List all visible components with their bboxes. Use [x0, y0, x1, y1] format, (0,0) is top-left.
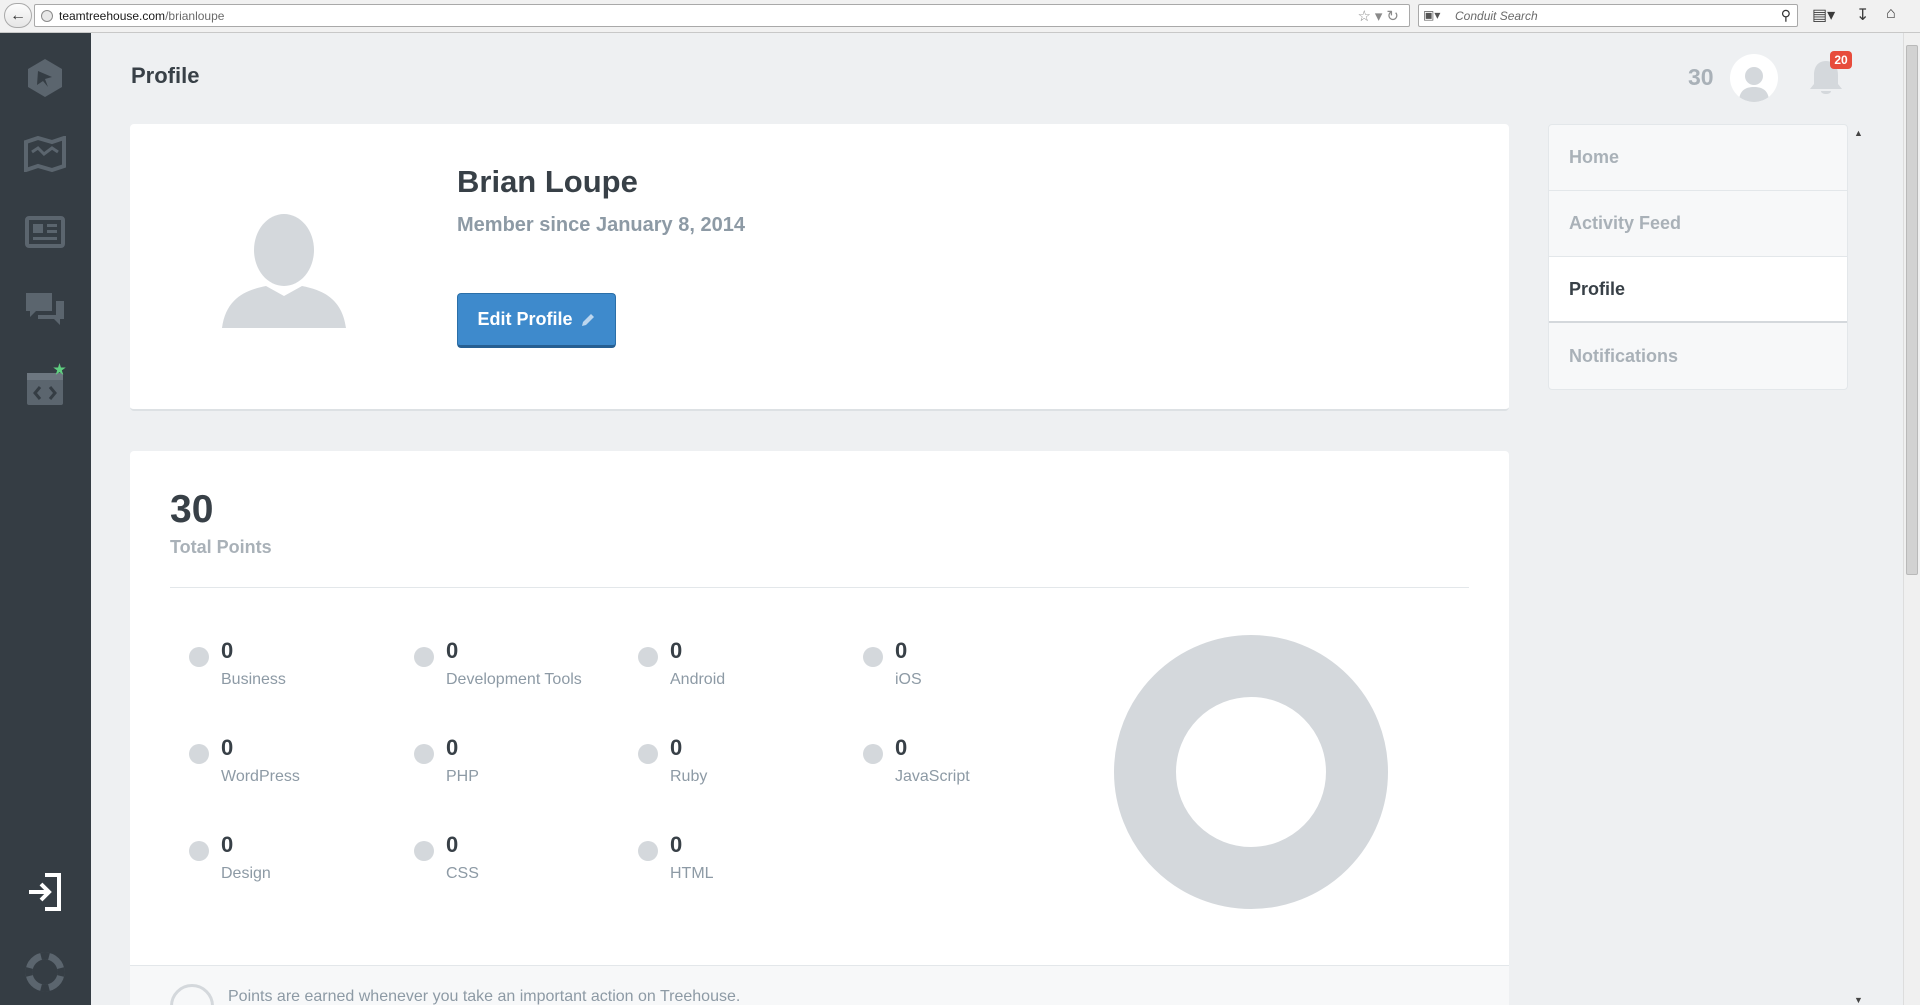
category-dot [189, 744, 209, 764]
bookmark-star-icon[interactable]: ☆ [1357, 8, 1374, 25]
tracks-icon[interactable] [22, 209, 68, 255]
category-ios: 0 iOS [863, 638, 1063, 698]
category-dot [638, 744, 658, 764]
forum-icon[interactable] [22, 287, 68, 333]
category-value: 0 [221, 735, 234, 760]
library-icon[interactable] [22, 131, 68, 177]
app-sidebar [0, 33, 91, 1005]
category-value: 0 [670, 735, 683, 760]
treehouse-logo-icon[interactable] [22, 55, 68, 101]
category-name: CSS [446, 865, 479, 882]
category-value: 0 [895, 735, 908, 760]
category-dot [189, 647, 209, 667]
pencil-icon [581, 313, 594, 326]
page-title: Profile [131, 63, 200, 88]
site-identity-icon[interactable] [41, 10, 53, 22]
scroll-down-icon[interactable]: ▼ [1854, 995, 1863, 1005]
user-avatar[interactable] [1730, 54, 1778, 102]
category-value: 0 [446, 735, 459, 760]
points-footnote: Points are earned whenever you take an i… [130, 965, 1509, 1005]
points-donut-chart [1113, 634, 1389, 910]
url-domain: teamtreehouse.com [59, 9, 166, 23]
magnifier-icon[interactable]: ⚲ [1781, 7, 1791, 24]
category-android: 0 Android [638, 638, 838, 698]
category-value: 0 [221, 638, 234, 663]
category-name: iOS [895, 671, 922, 688]
home-icon[interactable]: ⌂ [1886, 5, 1896, 23]
category-html: 0 HTML [638, 832, 838, 892]
footnote-text: Points are earned whenever you take an i… [228, 988, 741, 1005]
category-dot [189, 841, 209, 861]
search-input[interactable]: ▣▾ Conduit Search ⚲ [1418, 4, 1798, 27]
profile-avatar [222, 206, 346, 330]
reload-icon[interactable]: ↻ [1386, 8, 1403, 25]
dropdown-arrow-icon[interactable]: ▾ [1375, 8, 1387, 25]
category-php: 0 PHP [414, 735, 614, 795]
profile-name: Brian Loupe [457, 164, 638, 199]
back-arrow-icon[interactable]: ← [4, 3, 32, 28]
category-dot [414, 647, 434, 667]
edit-profile-label: Edit Profile [477, 309, 573, 329]
page-scrollbar[interactable] [1903, 33, 1920, 1005]
category-dot [863, 744, 883, 764]
workspaces-icon[interactable] [22, 363, 68, 411]
category-business: 0 Business [189, 638, 389, 698]
category-dot [863, 647, 883, 667]
category-name: Ruby [670, 768, 708, 785]
nav-item-notifications[interactable]: Notifications [1549, 323, 1847, 389]
category-value: 0 [670, 638, 683, 663]
header-points[interactable]: 30 [1688, 64, 1714, 91]
sign-out-icon[interactable] [22, 869, 68, 915]
category-value: 0 [221, 832, 234, 857]
notification-count-badge[interactable]: 20 [1830, 51, 1852, 69]
points-card: 30 Total Points 0 Business 0 Development T… [130, 451, 1509, 1005]
url-text[interactable]: teamtreehouse.com/brianloupe [59, 9, 224, 23]
edit-profile-button[interactable]: Edit Profile [457, 293, 616, 348]
category-name: PHP [446, 768, 479, 785]
category-wordpress: 0 WordPress [189, 735, 389, 795]
category-css: 0 CSS [414, 832, 614, 892]
category-dot [414, 744, 434, 764]
category-name: JavaScript [895, 768, 970, 785]
member-since: Member since January 8, 2014 [457, 214, 745, 236]
category-name: Business [221, 671, 286, 688]
category-name: Development Tools [446, 671, 582, 688]
nav-item-home[interactable]: Home [1549, 125, 1847, 191]
url-path: /brianloupe [165, 9, 225, 23]
category-value: 0 [446, 832, 459, 857]
nav-item-activity-feed[interactable]: Activity Feed [1549, 191, 1847, 257]
category-dot [638, 647, 658, 667]
support-icon[interactable] [22, 949, 68, 995]
category-name: Android [670, 671, 726, 688]
category-ruby: 0 Ruby [638, 735, 838, 795]
category-dot [414, 841, 434, 861]
category-value: 0 [895, 638, 908, 663]
nav-item-profile[interactable]: Profile [1549, 257, 1847, 323]
category-dot [638, 841, 658, 861]
search-engine-icon[interactable]: ▣▾ [1423, 8, 1440, 22]
category-name: WordPress [221, 768, 300, 785]
search-placeholder: Conduit Search [1455, 9, 1538, 23]
category-development-tools: 0 Development Tools [414, 638, 614, 698]
info-icon [170, 984, 214, 1005]
category-name: HTML [670, 865, 714, 882]
total-points-label: Total Points [170, 537, 272, 557]
category-javascript: 0 JavaScript [863, 735, 1063, 795]
address-bar[interactable]: teamtreehouse.com/brianloupe ☆▾↻ [34, 4, 1410, 27]
category-name: Design [221, 865, 271, 882]
scroll-up-icon[interactable]: ▲ [1854, 128, 1863, 138]
download-icon[interactable]: ↧ [1856, 5, 1869, 25]
divider [170, 587, 1469, 588]
category-design: 0 Design [189, 832, 389, 892]
total-points-value: 30 [170, 488, 214, 531]
screenshot-icon[interactable]: ▤▾ [1812, 5, 1835, 25]
category-value: 0 [446, 638, 459, 663]
scrollbar-thumb[interactable] [1906, 45, 1918, 575]
browser-toolbar: ← teamtreehouse.com/brianloupe ☆▾↻ ▣▾ Co… [0, 0, 1920, 33]
category-value: 0 [670, 832, 683, 857]
profile-nav: Home Activity Feed Profile Notifications [1548, 124, 1848, 390]
profile-card: Brian Loupe Member since January 8, 2014… [130, 124, 1509, 411]
content-scrollbar[interactable]: ▲ ▼ [1851, 128, 1865, 1005]
